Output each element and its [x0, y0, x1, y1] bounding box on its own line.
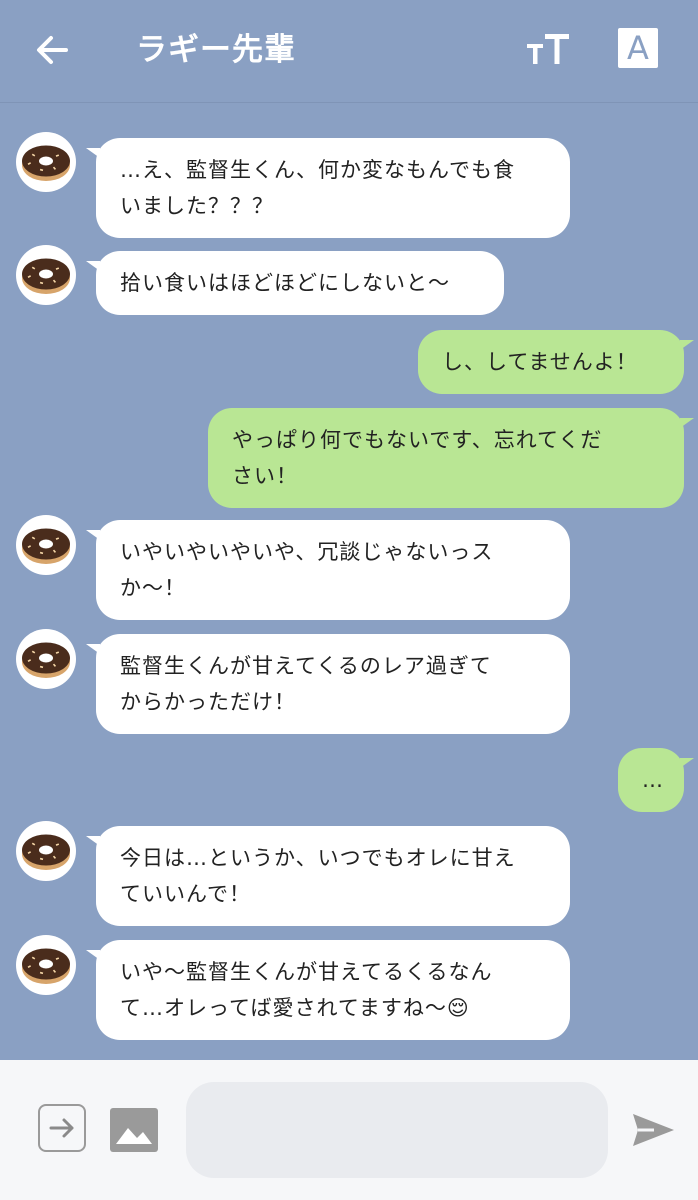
message-line: ていいんで！: [120, 882, 251, 906]
message-text: いやいやいやいや、冗談じゃないっス か〜！: [120, 534, 493, 606]
outgoing-message-bubble[interactable]: し、してませんよ！: [418, 330, 694, 394]
chat-header: ラギー先輩 A: [0, 0, 698, 103]
message-text: いや〜監督生くんが甘えてるくるなん て…オレってば愛されてますね〜😌: [120, 954, 493, 1026]
translate-icon[interactable]: A: [618, 28, 658, 68]
avatar[interactable]: [16, 629, 76, 689]
avatar[interactable]: [16, 515, 76, 575]
incoming-message-bubble[interactable]: …え、監督生くん、何か変なもんでも食 いました？？？: [86, 138, 570, 238]
donut-avatar-icon: [22, 834, 70, 870]
message-line: いや〜監督生くんが甘えてるくるなん: [120, 960, 493, 984]
message-line: …: [642, 768, 664, 792]
incoming-message-bubble[interactable]: 今日は…というか、いつでもオレに甘え ていいんで！: [86, 826, 570, 926]
message-line: 監督生くんが甘えてくるのレア過ぎて: [120, 654, 492, 678]
message-text: 今日は…というか、いつでもオレに甘え ていいんで！: [120, 840, 516, 912]
donut-avatar-icon: [22, 258, 70, 294]
share-icon[interactable]: [38, 1104, 86, 1152]
message-text: し、してませんよ！: [442, 344, 638, 380]
message-line: からかっただけ！: [120, 690, 296, 714]
outgoing-message-bubble[interactable]: やっぱり何でもないです、忘れてくだ さい！: [208, 408, 694, 508]
outgoing-message-bubble[interactable]: …: [618, 748, 694, 812]
message-line: し、してませんよ！: [442, 350, 638, 374]
message-line: か〜！: [120, 576, 186, 600]
message-input[interactable]: [186, 1082, 608, 1178]
avatar[interactable]: [16, 821, 76, 881]
message-line: さい！: [232, 464, 298, 488]
message-text: …え、監督生くん、何か変なもんでも食 いました？？？: [120, 152, 515, 224]
incoming-message-bubble[interactable]: いや〜監督生くんが甘えてるくるなん て…オレってば愛されてますね〜😌: [86, 940, 570, 1040]
donut-avatar-icon: [22, 948, 70, 984]
text-size-icon[interactable]: [527, 30, 573, 70]
incoming-message-bubble[interactable]: いやいやいやいや、冗談じゃないっス か〜！: [86, 520, 570, 620]
message-text: …: [642, 762, 664, 798]
donut-avatar-icon: [22, 642, 70, 678]
donut-avatar-icon: [22, 145, 70, 181]
message-line: いやいやいやいや、冗談じゃないっス: [120, 540, 494, 564]
donut-avatar-icon: [22, 528, 70, 564]
message-text: やっぱり何でもないです、忘れてくだ さい！: [232, 422, 602, 494]
incoming-message-bubble[interactable]: 監督生くんが甘えてくるのレア過ぎて からかっただけ！: [86, 634, 570, 734]
message-line: やっぱり何でもないです、忘れてくだ: [232, 428, 603, 452]
message-text: 監督生くんが甘えてくるのレア過ぎて からかっただけ！: [120, 648, 492, 720]
avatar[interactable]: [16, 245, 76, 305]
message-line: 今日は…というか、いつでもオレに甘え: [120, 846, 516, 870]
message-text: 拾い食いはほどほどにしないと〜: [120, 265, 450, 301]
image-icon[interactable]: [110, 1108, 158, 1152]
message-line: て…オレってば愛されてますね〜😌: [120, 996, 470, 1020]
message-line: 拾い食いはほどほどにしないと〜: [120, 271, 450, 295]
incoming-message-bubble[interactable]: 拾い食いはほどほどにしないと〜: [86, 251, 504, 315]
message-line: いました？？？: [120, 194, 274, 218]
avatar[interactable]: [16, 935, 76, 995]
avatar[interactable]: [16, 132, 76, 192]
message-line: …え、監督生くん、何か変なもんでも食: [120, 158, 515, 182]
chat-title: ラギー先輩: [136, 32, 296, 68]
back-arrow-icon[interactable]: [30, 28, 74, 72]
send-icon[interactable]: [630, 1110, 676, 1150]
